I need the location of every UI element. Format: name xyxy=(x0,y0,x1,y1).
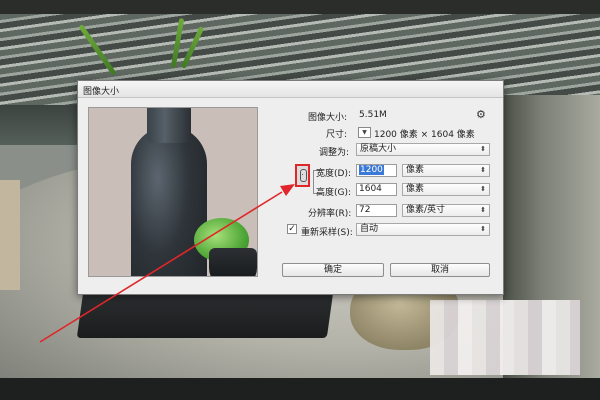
fit-to-select[interactable]: 原稿大小 ⬍ xyxy=(356,143,490,156)
left-stone-edge xyxy=(0,180,20,290)
pixelated-watermark xyxy=(430,300,580,375)
height-unit-select[interactable]: 像素 ⬍ xyxy=(402,183,490,196)
fit-to-label: 调整为: xyxy=(319,148,350,158)
image-preview[interactable] xyxy=(88,107,258,277)
width-value: 1200 xyxy=(359,165,384,175)
resample-checkbox[interactable]: ✓ xyxy=(287,224,297,234)
height-value: 1604 xyxy=(359,184,382,194)
constrain-proportions-highlight[interactable] xyxy=(295,164,310,187)
width-input[interactable]: 1200 xyxy=(356,164,397,177)
resample-select[interactable]: 自动 ⬍ xyxy=(356,223,490,236)
fit-to-value: 原稿大小 xyxy=(360,144,397,154)
resolution-label: 分辨率(R): xyxy=(308,209,352,219)
resolution-unit: 像素/英寸 xyxy=(406,205,446,215)
preview-cup xyxy=(209,248,257,276)
width-label: 宽度(D): xyxy=(316,169,351,179)
height-unit: 像素 xyxy=(406,184,425,194)
resolution-input[interactable]: 72 xyxy=(356,204,397,217)
width-unit: 像素 xyxy=(406,165,425,175)
dialog-titlebar[interactable]: 图像大小 xyxy=(78,81,503,98)
image-size-label: 图像大小: xyxy=(308,113,348,123)
height-input[interactable]: 1604 xyxy=(356,183,397,196)
photo-bottom-strip xyxy=(0,378,600,400)
dark-tray xyxy=(76,292,334,338)
ok-button[interactable]: 确定 xyxy=(282,263,384,277)
photo-top-strip xyxy=(0,0,600,14)
image-size-value: 5.51M xyxy=(359,110,387,120)
resolution-unit-select[interactable]: 像素/英寸 ⬍ xyxy=(402,204,490,217)
gear-icon[interactable]: ⚙ xyxy=(476,109,488,121)
preview-vase xyxy=(131,126,207,276)
dialog-title: 图像大小 xyxy=(83,87,120,97)
dimensions-unit-dropdown[interactable]: ▼ xyxy=(358,127,371,138)
resample-value: 自动 xyxy=(360,224,379,234)
chevron-down-icon: ⬍ xyxy=(480,185,486,193)
chevron-down-icon: ⬍ xyxy=(480,166,486,174)
preview-vase-neck xyxy=(147,108,191,143)
chevron-down-icon: ⬍ xyxy=(480,225,486,233)
chain-link-icon xyxy=(300,169,307,182)
chevron-down-icon: ⬍ xyxy=(480,145,486,153)
height-label: 高度(G): xyxy=(316,188,352,198)
dimensions-label: 尺寸: xyxy=(326,130,348,140)
width-unit-select[interactable]: 像素 ⬍ xyxy=(402,164,490,177)
image-size-dialog: 图像大小 图像大小: 5.51M ⚙ 尺寸: ▼ 1200 像素 × 1604 … xyxy=(77,80,504,295)
chevron-down-icon: ⬍ xyxy=(480,206,486,214)
cancel-button[interactable]: 取消 xyxy=(390,263,490,277)
dimensions-value: 1200 像素 × 1604 像素 xyxy=(374,130,475,140)
resolution-value: 72 xyxy=(359,205,371,215)
resample-label: 重新采样(S): xyxy=(301,228,353,238)
